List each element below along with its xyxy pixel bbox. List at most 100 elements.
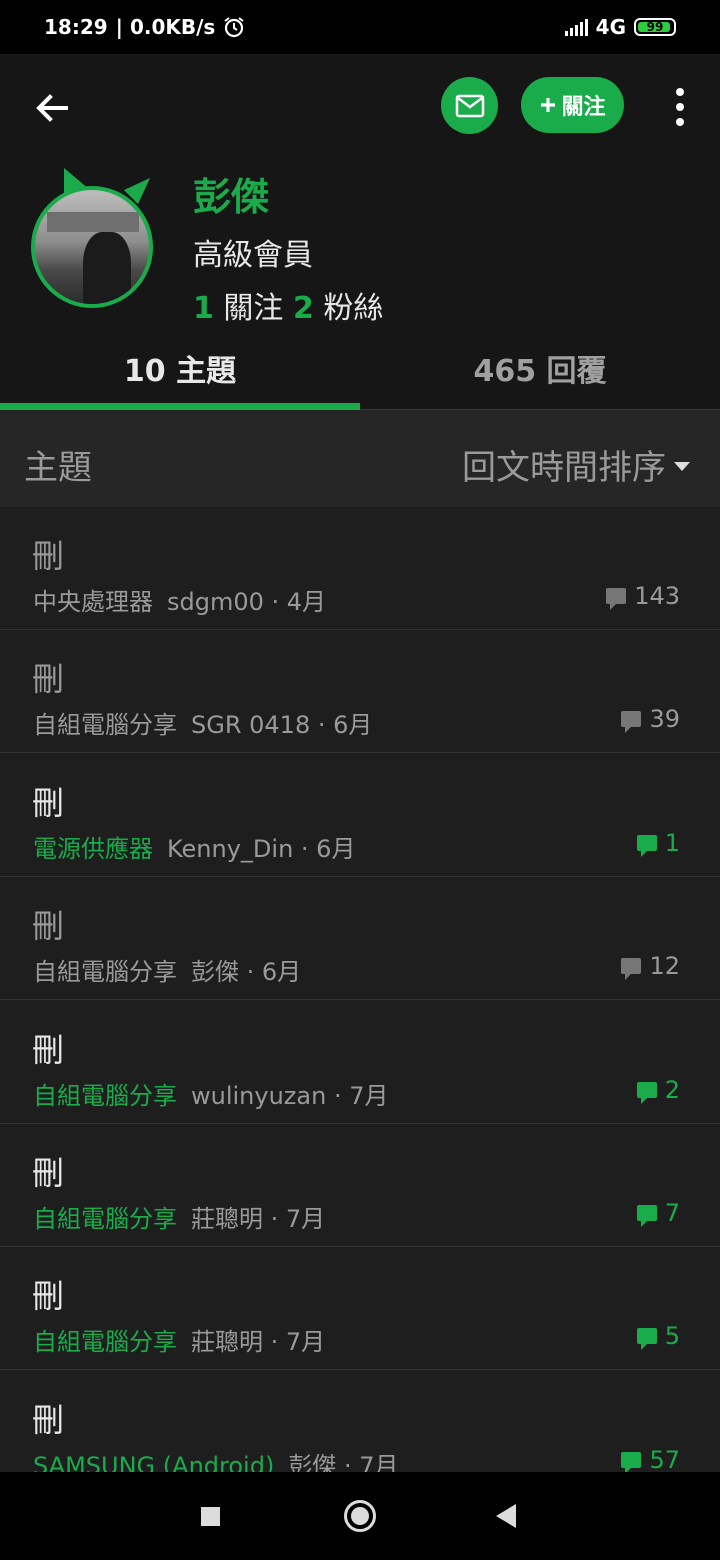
list-item[interactable]: 刪自組電腦分享 莊聰明 · 7月 5 xyxy=(0,1247,720,1371)
tab-topics[interactable]: 10 主題 xyxy=(0,344,360,404)
list-item[interactable]: 刪自組電腦分享 彭傑 · 6月 12 xyxy=(0,877,720,1001)
sort-bar: 主題 回文時間排序 xyxy=(0,410,720,507)
topic-meta: 自組電腦分享 莊聰明 · 7月 xyxy=(33,1322,325,1357)
topic-author-time: sdgm00 · 4月 xyxy=(167,588,327,616)
profile-rank: 高級會員 xyxy=(193,238,313,273)
comment-icon xyxy=(636,1205,657,1227)
list-item[interactable]: 刪自組電腦分享 SGR 0418 · 6月 39 xyxy=(0,630,720,754)
reply-count: 5 xyxy=(636,1322,680,1351)
reply-count: 12 xyxy=(621,952,680,981)
status-bar: 18:29 | 0.0KB/s 4G 99 xyxy=(0,0,720,54)
profile-header: 關注 彭傑 高級會員 1 關注 2 粉絲 10 主題 465 回覆 xyxy=(0,54,720,410)
message-button[interactable] xyxy=(441,77,498,134)
status-speed: | 0.0KB/s xyxy=(115,15,216,39)
reply-count-value: 2 xyxy=(664,1075,680,1104)
sort-dropdown[interactable]: 回文時間排序 xyxy=(462,440,690,489)
recent-apps-icon[interactable] xyxy=(201,1507,220,1526)
nav-back-icon[interactable] xyxy=(496,1504,516,1528)
avatar-photo xyxy=(31,186,153,308)
topic-author-time: 彭傑 · 7月 xyxy=(288,1451,399,1472)
topic-title: 刪 xyxy=(32,907,65,946)
topic-meta: 自組電腦分享 wulinyuzan · 7月 xyxy=(33,1076,388,1111)
topic-category[interactable]: 中央處理器 xyxy=(33,588,153,616)
profile-stats: 1 關注 2 粉絲 xyxy=(193,283,383,327)
reply-count-value: 143 xyxy=(634,582,680,610)
reply-count-value: 12 xyxy=(649,952,680,981)
topic-title: 刪 xyxy=(32,537,65,575)
topic-author-time: SGR 0418 · 6月 xyxy=(191,711,373,740)
avatar[interactable] xyxy=(28,168,163,317)
topic-category[interactable]: 自組電腦分享 xyxy=(33,1205,177,1233)
sort-label: 回文時間排序 xyxy=(462,448,666,488)
topic-category[interactable]: SAMSUNG (Android) xyxy=(33,1452,274,1472)
system-nav-bar xyxy=(0,1472,720,1560)
topic-title: 刪 xyxy=(32,1277,65,1316)
comment-icon xyxy=(621,711,642,734)
comment-icon xyxy=(636,1328,657,1351)
reply-count: 143 xyxy=(606,582,680,610)
battery-level: 99 xyxy=(646,20,664,34)
topic-title: 刪 xyxy=(32,1030,65,1069)
list-item[interactable]: 刪自組電腦分享 wulinyuzan · 7月 2 xyxy=(0,1001,720,1124)
followers-count[interactable]: 2 xyxy=(293,291,314,326)
list-item[interactable]: 刪 SAMSUNG (Android) 彭傑 · 7月 57 xyxy=(0,1371,720,1472)
topic-title: 刪 xyxy=(32,660,65,699)
home-icon[interactable] xyxy=(344,1500,376,1532)
list-item[interactable]: 刪中央處理器 sdgm00 · 4月 143 xyxy=(0,507,720,630)
topic-meta: 自組電腦分享 莊聰明 · 7月 xyxy=(33,1199,325,1234)
comment-icon xyxy=(636,834,657,857)
topic-category[interactable]: 自組電腦分享 xyxy=(33,958,177,986)
topic-author-time: 莊聰明 · 7月 xyxy=(191,1205,326,1233)
back-arrow-icon[interactable] xyxy=(32,88,72,128)
reply-count: 2 xyxy=(636,1075,680,1104)
profile-tabs: 10 主題 465 回覆 xyxy=(0,344,720,410)
reply-count-value: 57 xyxy=(649,1445,680,1472)
topic-title: 刪 xyxy=(32,783,65,822)
network-type: 4G xyxy=(595,15,626,39)
mail-icon xyxy=(455,94,484,117)
topic-meta: 電源供應器 Kenny_Din · 6月 xyxy=(33,829,355,864)
comment-icon xyxy=(606,588,627,610)
topic-meta: 自組電腦分享 彭傑 · 6月 xyxy=(33,952,301,987)
signal-icon xyxy=(564,18,588,36)
profile-name: 彭傑 xyxy=(193,175,270,219)
topic-author-time: wulinyuzan · 7月 xyxy=(191,1081,389,1110)
topic-list: 刪中央處理器 sdgm00 · 4月 143 刪自組電腦分享 SGR 0418 · 6月… xyxy=(0,507,720,1472)
topic-category[interactable]: 自組電腦分享 xyxy=(33,1082,177,1110)
following-count[interactable]: 1 xyxy=(193,291,214,326)
topic-meta: SAMSUNG (Android) 彭傑 · 7月 xyxy=(33,1446,398,1472)
topic-author-time: 彭傑 · 6月 xyxy=(191,958,302,987)
reply-count: 1 xyxy=(636,828,680,857)
list-item[interactable]: 刪電源供應器 Kenny_Din · 6月 1 xyxy=(0,754,720,877)
status-time: 18:29 xyxy=(44,15,108,39)
topic-title: 刪 xyxy=(32,1400,65,1439)
plus-icon xyxy=(541,98,556,112)
followers-label[interactable]: 粉絲 xyxy=(323,291,383,326)
tab-replies[interactable]: 465 回覆 xyxy=(360,344,720,404)
topic-meta: 中央處理器 sdgm00 · 4月 xyxy=(33,582,326,617)
tab-active-indicator xyxy=(0,403,360,410)
battery-icon: 99 xyxy=(634,18,676,36)
more-options-icon[interactable] xyxy=(668,88,692,126)
follow-button-label: 關注 xyxy=(561,95,606,120)
topic-title: 刪 xyxy=(32,1154,65,1192)
alarm-icon xyxy=(224,17,244,38)
topic-author-time: 莊聰明 · 7月 xyxy=(191,1328,326,1357)
reply-count-value: 1 xyxy=(664,828,680,857)
comment-icon xyxy=(621,1451,642,1472)
comment-icon xyxy=(636,1081,657,1104)
reply-count: 57 xyxy=(621,1446,680,1472)
reply-count: 39 xyxy=(621,705,680,734)
caret-down-icon xyxy=(674,462,690,471)
follow-button[interactable]: 關注 xyxy=(521,77,624,133)
topic-category[interactable]: 自組電腦分享 xyxy=(33,711,177,739)
comment-icon xyxy=(621,958,642,981)
reply-count-value: 5 xyxy=(664,1322,680,1351)
list-item[interactable]: 刪自組電腦分享 莊聰明 · 7月 7 xyxy=(0,1124,720,1247)
following-label[interactable]: 關注 xyxy=(223,291,283,326)
reply-count-value: 39 xyxy=(649,705,680,734)
topic-category[interactable]: 電源供應器 xyxy=(33,835,153,863)
section-label: 主題 xyxy=(24,448,92,488)
topic-meta: 自組電腦分享 SGR 0418 · 6月 xyxy=(33,705,372,740)
topic-category[interactable]: 自組電腦分享 xyxy=(33,1328,177,1356)
